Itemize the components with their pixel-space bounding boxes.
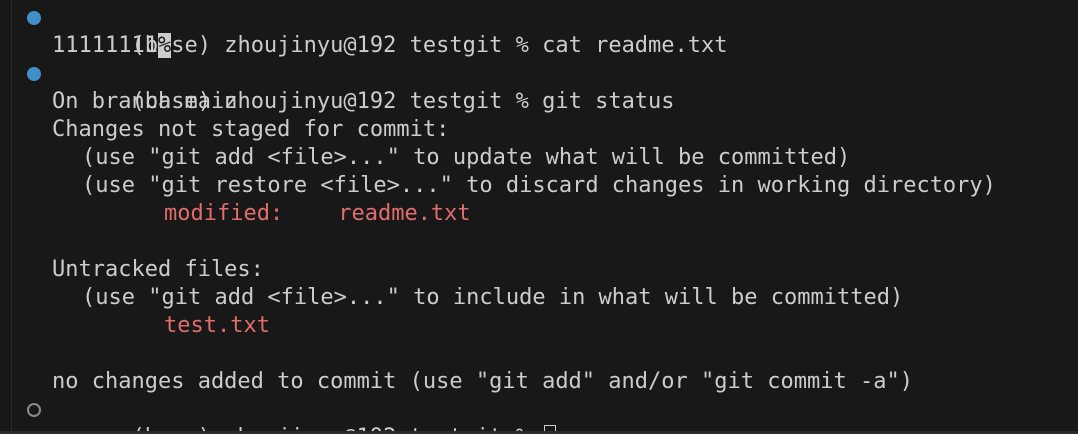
command-line-cat: (base) zhoujinyu@192 testgit % cat readm… (0, 4, 1078, 58)
terminal-output: (base) zhoujinyu@192 testgit % cat readm… (0, 4, 1078, 434)
output-line-hint: (use "git restore <file>..." to discard … (0, 172, 1078, 200)
hint-text: (use "git restore <file>..." to discard … (82, 173, 996, 198)
branch-text: On branch main (52, 89, 238, 114)
output-line-hint: (use "git add <file>..." to include in w… (0, 284, 1078, 312)
output-line-unstaged-header: Changes not staged for commit: (0, 116, 1078, 144)
output-line-branch: On branch main (0, 88, 1078, 116)
output-line: 11111111% (0, 32, 1078, 60)
untracked-file-name: test.txt (164, 313, 270, 338)
output-line-untracked-header: Untracked files: (0, 256, 1078, 284)
output-line-untracked-file: test.txt (0, 312, 1078, 340)
output-line-modified-file: modified: readme.txt (0, 200, 1078, 228)
modified-file-name: readme.txt (338, 201, 471, 226)
command-success-decoration-icon[interactable] (27, 11, 41, 25)
command-pending-decoration-icon[interactable] (27, 403, 41, 417)
output-line-hint: (use "git add <file>..." to update what … (0, 144, 1078, 172)
modified-label: modified: (164, 201, 284, 226)
command-success-decoration-icon[interactable] (27, 67, 41, 81)
output-line-blank (0, 228, 1078, 256)
no-newline-marker: % (157, 33, 172, 58)
untracked-header-text: Untracked files: (52, 257, 264, 282)
terminal-panel[interactable]: (base) zhoujinyu@192 testgit % cat readm… (0, 0, 1078, 434)
hint-text: (use "git add <file>..." to update what … (82, 145, 851, 170)
file-content: 11111111 (52, 33, 158, 58)
hint-text: (use "git add <file>..." to include in w… (82, 285, 904, 310)
output-line-blank (0, 340, 1078, 368)
summary-text: no changes added to commit (use "git add… (52, 369, 913, 394)
unstaged-header-text: Changes not staged for commit: (52, 117, 450, 142)
current-prompt-line[interactable]: (base) zhoujinyu@192 testgit % (0, 396, 1078, 434)
command-line-git-status: (base) zhoujinyu@192 testgit % git statu… (0, 60, 1078, 114)
output-line-summary: no changes added to commit (use "git add… (0, 368, 1078, 396)
